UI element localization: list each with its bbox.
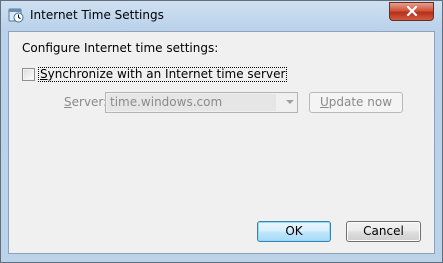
cancel-button[interactable]: Cancel — [346, 221, 421, 242]
close-button[interactable] — [389, 2, 434, 21]
update-now-button[interactable]: Update now — [309, 92, 403, 113]
title-bar[interactable]: Internet Time Settings — [1, 1, 442, 31]
dialog-content: Configure Internet time settings: Synchr… — [8, 31, 435, 254]
sync-checkbox[interactable] — [22, 67, 35, 81]
server-value[interactable]: time.windows.com — [107, 94, 276, 111]
server-label: Server: — [64, 95, 108, 109]
close-icon — [406, 5, 418, 19]
window-title: Internet Time Settings — [30, 8, 164, 22]
chevron-down-icon[interactable] — [286, 100, 294, 104]
settings-heading: Configure Internet time settings: — [22, 41, 219, 55]
internet-time-settings-dialog: Internet Time Settings Configure Interne… — [0, 0, 443, 263]
sync-checkbox-label[interactable]: Synchronize with an Internet time server — [38, 66, 288, 82]
server-combobox[interactable]: time.windows.com — [105, 92, 298, 113]
clock-icon — [8, 7, 24, 23]
ok-button[interactable]: OK — [257, 221, 331, 242]
sync-checkbox-row[interactable]: Synchronize with an Internet time server — [22, 66, 288, 82]
